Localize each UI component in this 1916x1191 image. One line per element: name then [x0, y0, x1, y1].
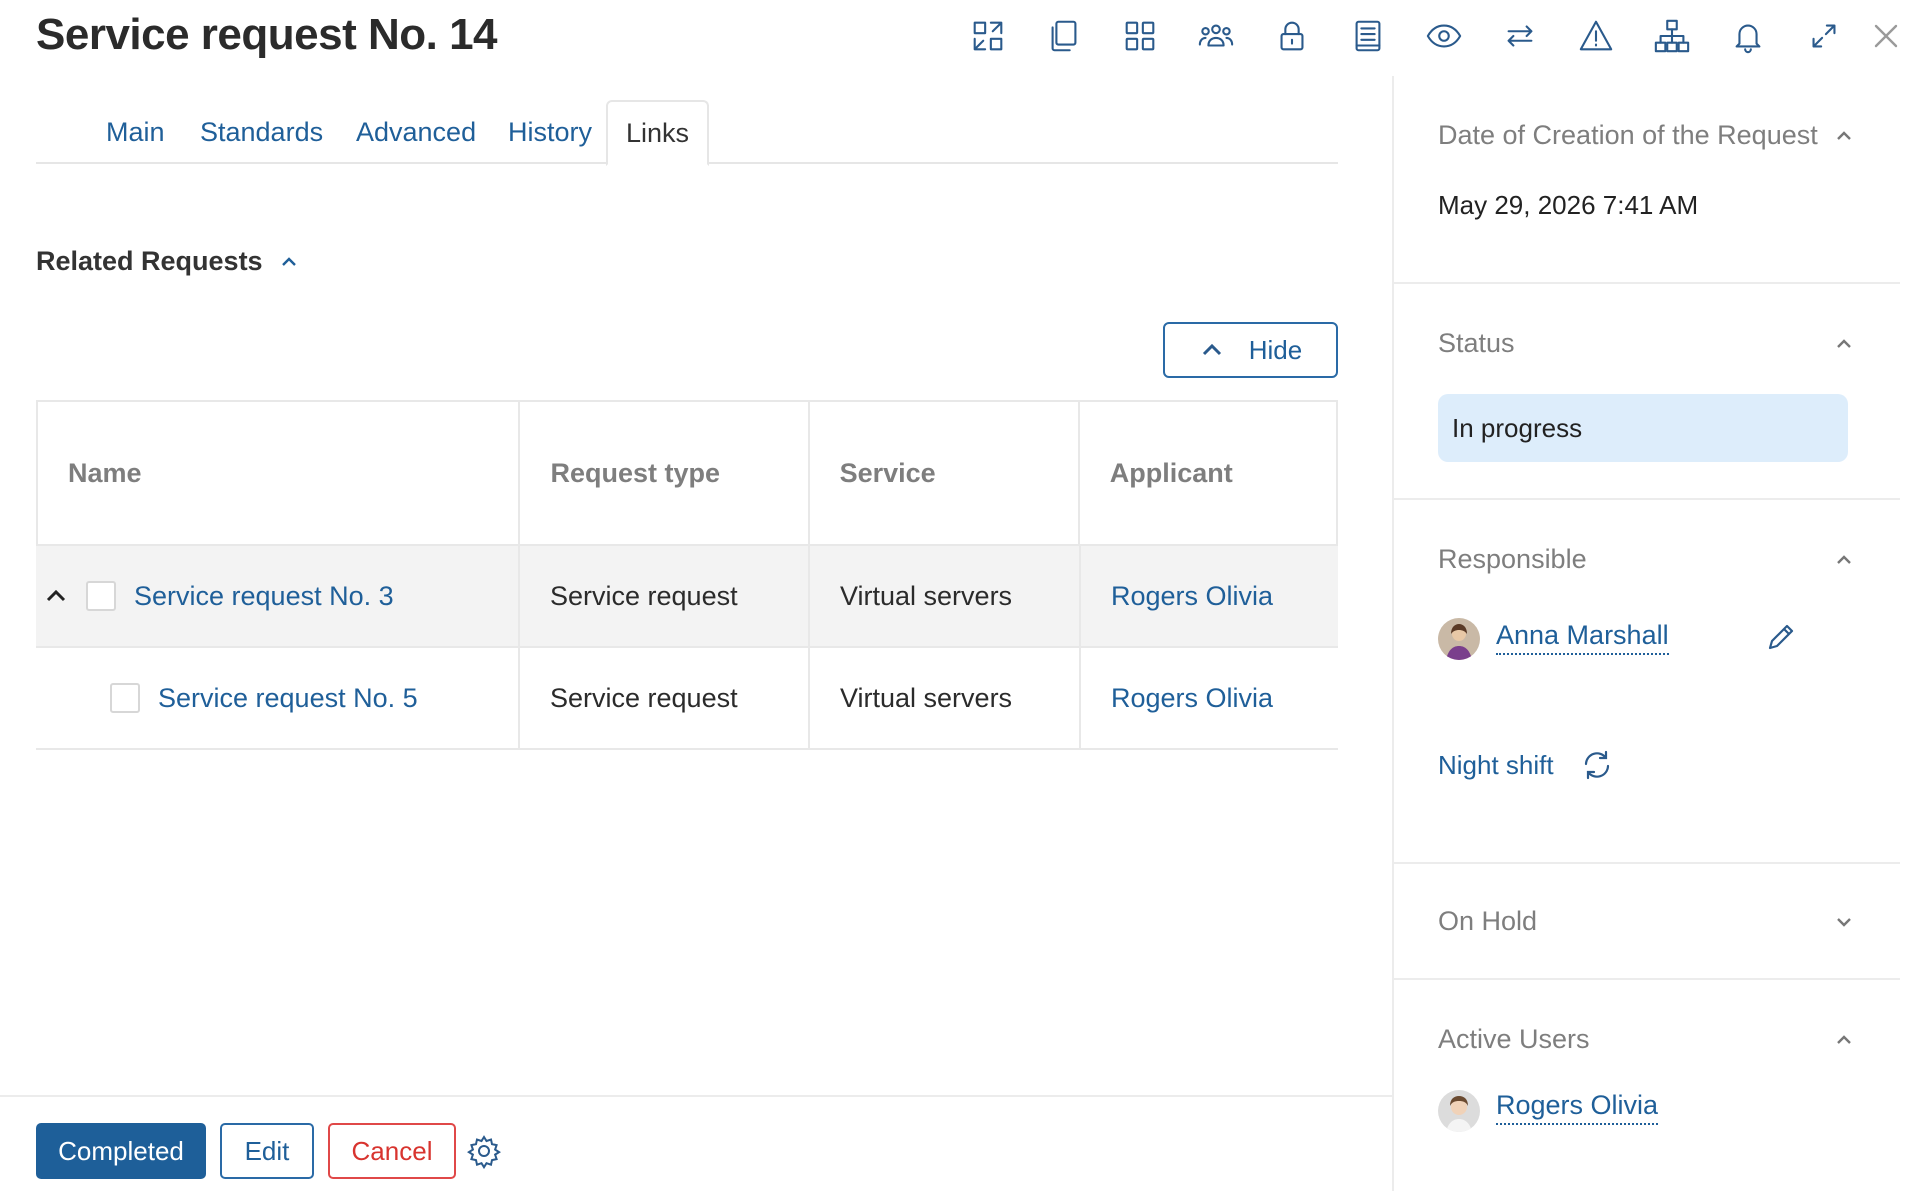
- tab-history[interactable]: History: [508, 100, 592, 164]
- status-title: Status: [1438, 328, 1515, 358]
- tab-main[interactable]: Main: [106, 100, 165, 164]
- tab-advanced[interactable]: Advanced: [356, 100, 476, 164]
- column-header-applicant[interactable]: Applicant: [1080, 402, 1336, 544]
- chevron-up-icon[interactable]: [1832, 332, 1856, 356]
- active-users-title: Active Users: [1438, 1024, 1590, 1054]
- chevron-up-icon[interactable]: [1832, 548, 1856, 572]
- service-cell: Virtual servers: [810, 546, 1081, 646]
- apps-grid-icon[interactable]: [1102, 12, 1178, 60]
- gear-icon[interactable]: [466, 1133, 502, 1170]
- request-type-cell: Service request: [520, 546, 810, 646]
- edit-pencil-icon[interactable]: [1764, 620, 1798, 654]
- table-row: Service request No. 5 Service request Vi…: [36, 648, 1338, 750]
- creation-date-section: Date of Creation of the Request May 29, …: [1394, 76, 1900, 284]
- copy-icon[interactable]: [1026, 12, 1102, 60]
- row-checkbox[interactable]: [110, 683, 140, 713]
- tab-standards[interactable]: Standards: [200, 100, 323, 164]
- responsible-section: Responsible Anna Marshall Night shift: [1394, 500, 1900, 864]
- hide-button[interactable]: Hide: [1163, 322, 1338, 378]
- related-requests-table: Name Request type Service Applicant Serv…: [36, 400, 1338, 750]
- chevron-up-icon[interactable]: [1832, 1028, 1856, 1052]
- column-header-request-type[interactable]: Request type: [520, 402, 810, 544]
- request-type-cell: Service request: [520, 648, 810, 748]
- toolbar: [950, 12, 1862, 60]
- related-requests-title: Related Requests: [36, 246, 263, 276]
- column-header-name[interactable]: Name: [38, 402, 521, 544]
- name-cell: Service request No. 5: [36, 648, 520, 748]
- chevron-up-icon: [281, 256, 296, 266]
- active-users-section: Active Users Rogers Olivia: [1394, 980, 1900, 1191]
- tab-links[interactable]: Links: [606, 100, 710, 166]
- collapse-row-toggle[interactable]: [42, 582, 70, 610]
- responsible-group-link[interactable]: Night shift: [1438, 750, 1554, 781]
- cancel-button[interactable]: Cancel: [328, 1123, 456, 1179]
- applicant-cell: Rogers Olivia: [1081, 546, 1338, 646]
- creation-date-title: Date of Creation of the Request: [1438, 120, 1818, 150]
- creation-date-value: May 29, 2026 7:41 AM: [1438, 190, 1699, 220]
- chevron-up-icon: [46, 589, 66, 602]
- status-section: Status In progress: [1394, 284, 1900, 500]
- on-hold-section: On Hold: [1394, 864, 1900, 980]
- completed-button[interactable]: Completed: [36, 1123, 206, 1179]
- hierarchy-icon[interactable]: [1634, 12, 1710, 60]
- tab-bar: Main Standards Advanced History Links: [36, 100, 1338, 166]
- eye-icon[interactable]: [1406, 12, 1482, 60]
- chevron-up-icon: [1202, 343, 1221, 356]
- expand-icon[interactable]: [1786, 12, 1862, 60]
- responsible-user-link[interactable]: Anna Marshall: [1496, 620, 1669, 655]
- avatar: [1438, 618, 1480, 660]
- applicant-link[interactable]: Rogers Olivia: [1111, 581, 1273, 612]
- team-icon[interactable]: [1178, 12, 1254, 60]
- close-icon[interactable]: [1864, 14, 1908, 58]
- responsible-title: Responsible: [1438, 544, 1587, 574]
- status-badge: In progress: [1438, 394, 1848, 462]
- refresh-icon[interactable]: [1580, 748, 1614, 782]
- applicant-cell: Rogers Olivia: [1081, 648, 1338, 748]
- swap-icon[interactable]: [1482, 12, 1558, 60]
- applicant-link[interactable]: Rogers Olivia: [1111, 683, 1273, 714]
- request-link[interactable]: Service request No. 5: [158, 683, 418, 714]
- name-cell: Service request No. 3: [36, 546, 520, 646]
- active-user-link[interactable]: Rogers Olivia: [1496, 1090, 1659, 1125]
- warning-icon[interactable]: [1558, 12, 1634, 60]
- column-header-service[interactable]: Service: [810, 402, 1080, 544]
- service-cell: Virtual servers: [810, 648, 1081, 748]
- row-checkbox[interactable]: [86, 581, 116, 611]
- avatar: [1438, 1090, 1480, 1132]
- chevron-down-icon[interactable]: [1832, 910, 1856, 934]
- footer-action-bar: Completed Edit Cancel: [0, 1095, 1392, 1191]
- bell-icon[interactable]: [1710, 12, 1786, 60]
- hide-button-label: Hide: [1248, 334, 1303, 365]
- request-link[interactable]: Service request No. 3: [134, 581, 394, 612]
- table-row: Service request No. 3 Service request Vi…: [36, 546, 1338, 648]
- lock-icon[interactable]: [1254, 12, 1330, 60]
- journal-icon[interactable]: [1330, 12, 1406, 60]
- page-title: Service request No. 14: [36, 10, 498, 59]
- details-sidebar: Date of Creation of the Request May 29, …: [1392, 76, 1916, 1191]
- transfer-icon[interactable]: [950, 12, 1026, 60]
- on-hold-title: On Hold: [1438, 906, 1538, 936]
- table-header: Name Request type Service Applicant: [36, 400, 1338, 546]
- edit-button[interactable]: Edit: [220, 1123, 314, 1179]
- chevron-up-icon[interactable]: [1832, 124, 1856, 148]
- related-requests-header[interactable]: Related Requests: [36, 246, 299, 277]
